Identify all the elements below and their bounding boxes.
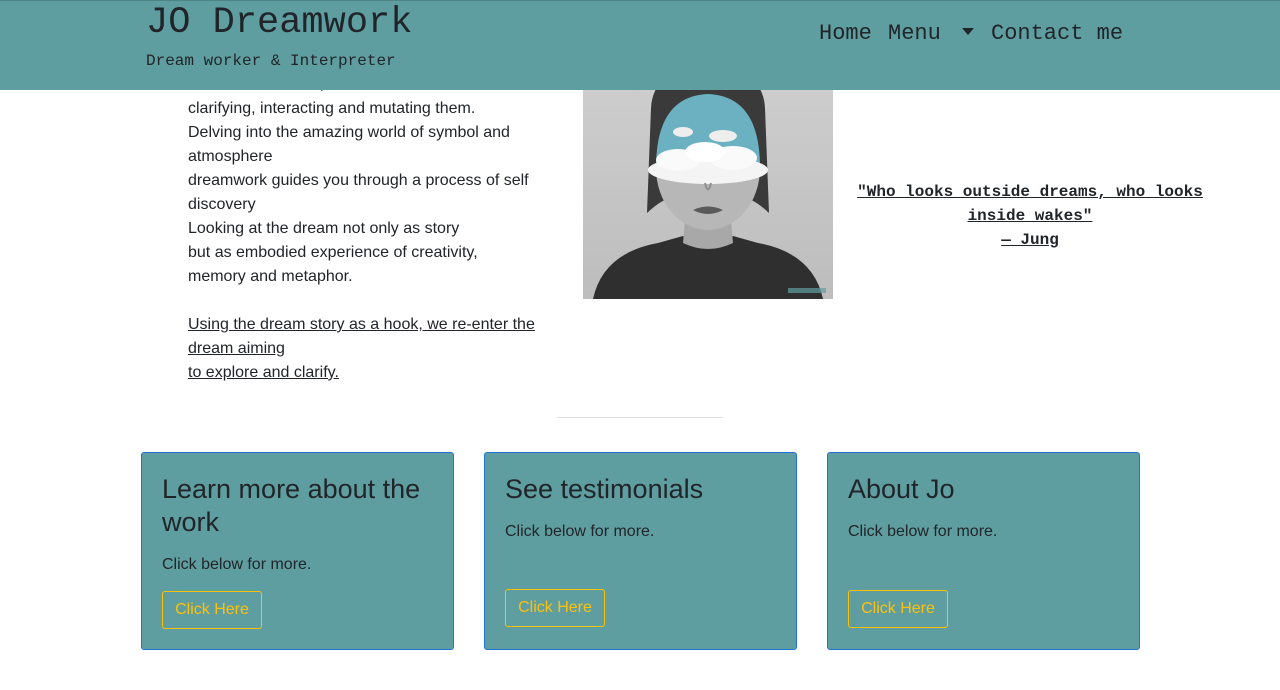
jung-quote[interactable]: "Who looks outside dreams, who looks ins… <box>850 180 1210 252</box>
click-here-button[interactable]: Click Here <box>505 589 605 627</box>
caret-down-icon[interactable] <box>962 28 974 35</box>
section-divider <box>557 417 723 418</box>
card-title: See testimonials <box>505 474 704 504</box>
intro-line: but as embodied experience of creativity… <box>188 244 478 261</box>
nav-contact-link[interactable]: Contact me <box>991 21 1123 47</box>
nav-menu-dropdown[interactable]: Menu <box>888 21 941 47</box>
card-text: Click below for more. <box>848 523 998 540</box>
card-title: About Jo <box>848 474 955 504</box>
intro-link[interactable]: to explore and clarify. <box>188 361 558 385</box>
card-learn-more: Learn more about the work Click below fo… <box>141 452 454 650</box>
intro-text: rediscover dreams, clarifying, interacti… <box>188 73 558 385</box>
card-testimonials: See testimonials Click below for more. C… <box>484 452 797 650</box>
navbar: JO Dreamwork Dream worker & Interpreter … <box>0 0 1280 90</box>
intro-link[interactable]: dream aiming <box>188 337 558 361</box>
click-here-button[interactable]: Click Here <box>848 590 948 628</box>
intro-line: discovery <box>188 196 256 213</box>
nav-home-link[interactable]: Home <box>819 21 872 47</box>
site-subtitle: Dream worker & Interpreter <box>146 52 396 70</box>
quote-author: — Jung <box>1001 231 1059 249</box>
card-text: Click below for more. <box>162 556 312 573</box>
intro-line: clarifying, interacting and mutating the… <box>188 100 476 117</box>
intro-line: Looking at the dream not only as story <box>188 220 460 237</box>
quote-line: inside wakes" <box>967 207 1093 225</box>
intro-line: dreamwork guides you through a process o… <box>188 172 529 189</box>
card-about-jo: About Jo Click below for more. Click Her… <box>827 452 1140 650</box>
intro-link[interactable]: Using the dream story as a hook, we re-e… <box>188 313 558 337</box>
site-title[interactable]: JO Dreamwork <box>146 3 412 43</box>
card-title: Learn more about the work <box>162 474 421 537</box>
click-here-button[interactable]: Click Here <box>162 591 262 629</box>
quote-line: "Who looks outside dreams, who looks <box>857 183 1203 201</box>
intro-line: Delving into the amazing world of symbol… <box>188 124 510 141</box>
card-text: Click below for more. <box>505 523 655 540</box>
intro-line: memory and metaphor. <box>188 268 353 285</box>
intro-spacer <box>188 289 558 313</box>
intro-line: atmosphere <box>188 148 273 165</box>
